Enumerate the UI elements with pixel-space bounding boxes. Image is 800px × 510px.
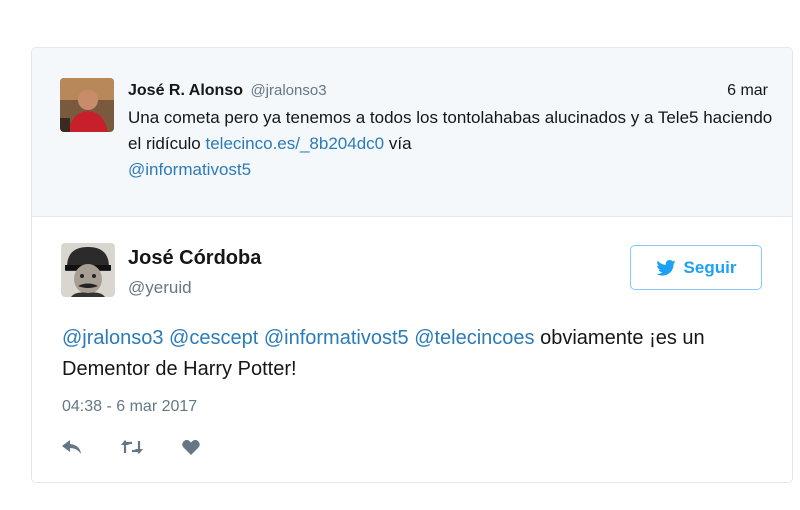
embedded-tweet-card: José R. Alonso @jralonso3 6 mar Una come… [31, 47, 793, 483]
mention-jralonso3[interactable]: @jralonso3 [62, 327, 163, 349]
quoted-tweet[interactable]: José R. Alonso @jralonso3 6 mar Una come… [32, 48, 792, 217]
quoted-author-handle[interactable]: @jralonso3 [250, 82, 326, 99]
quoted-avatar[interactable] [60, 78, 114, 132]
tweet-text: @jralonso3 @cescept @informativost5 @tel… [62, 323, 782, 385]
quoted-link[interactable]: telecinco.es/_8b204dc0 [205, 134, 384, 153]
author-name[interactable]: José Córdoba [128, 246, 261, 270]
retweet-icon[interactable] [120, 439, 144, 460]
tweet-actions [62, 436, 238, 462]
follow-button-label: Seguir [683, 257, 737, 277]
reply-icon[interactable] [62, 439, 82, 460]
quoted-mention[interactable]: @informativost5 [128, 160, 251, 179]
quoted-text: Una cometa pero ya tenemos a todos los t… [128, 105, 773, 183]
quoted-date[interactable]: 6 mar [727, 80, 768, 102]
mention-cescept[interactable]: @cescept [169, 327, 258, 349]
mention-telecincoes[interactable]: @telecincoes [414, 327, 534, 349]
tweet-timestamp[interactable]: 04:38 - 6 mar 2017 [62, 396, 197, 418]
like-icon[interactable] [182, 439, 200, 460]
quoted-header: José R. Alonso @jralonso3 6 mar [128, 80, 768, 102]
follow-button[interactable]: Seguir [630, 245, 762, 290]
quoted-via: vía [384, 134, 412, 153]
author-avatar[interactable] [61, 243, 115, 297]
quoted-author-name[interactable]: José R. Alonso [128, 82, 243, 99]
twitter-bird-icon [655, 259, 676, 276]
author-handle[interactable]: @yeruid [128, 277, 192, 299]
mention-informativost5[interactable]: @informativost5 [264, 327, 409, 349]
